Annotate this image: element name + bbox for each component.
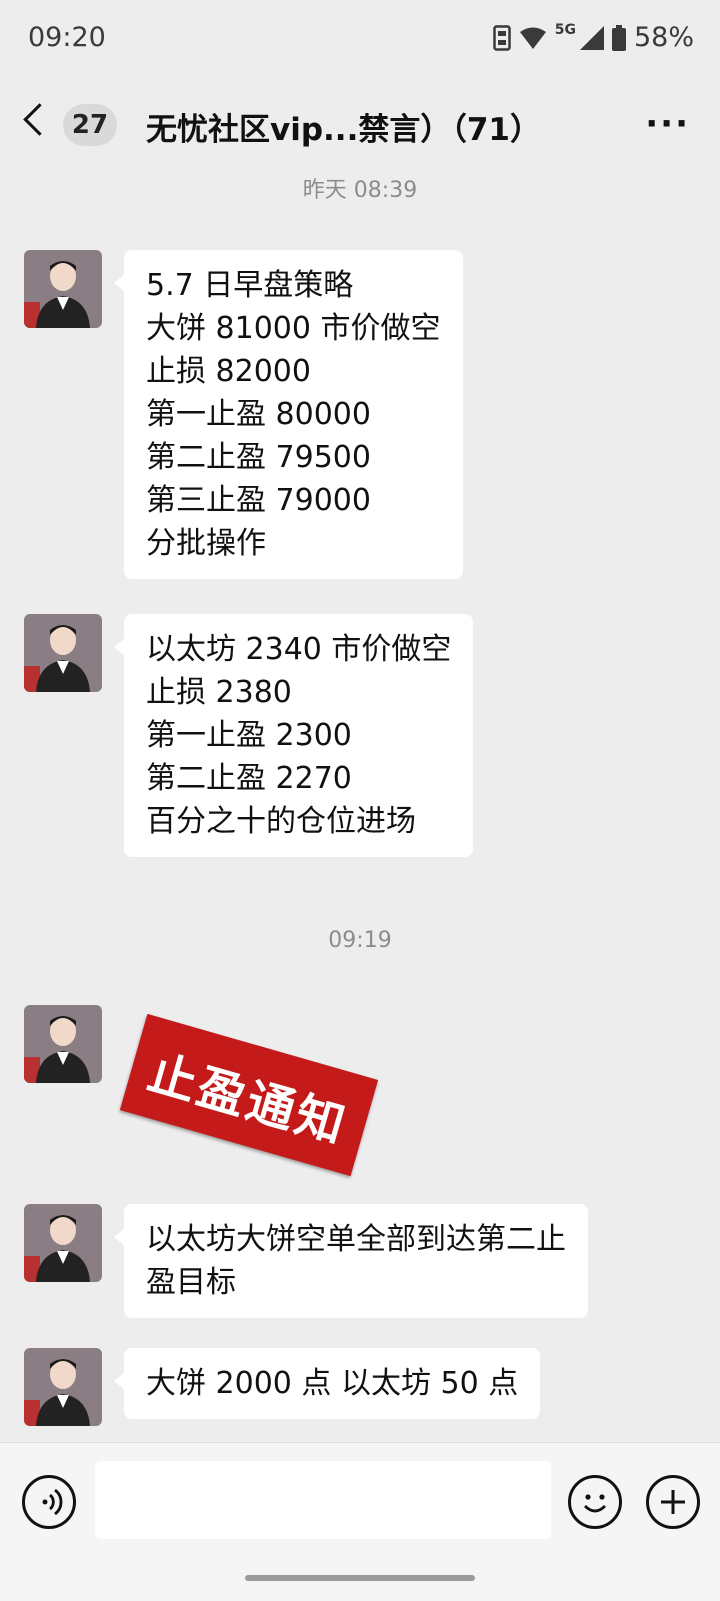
wifi-icon bbox=[519, 27, 546, 49]
message-line: 第三止盈 79000 bbox=[146, 483, 371, 518]
nfc-icon bbox=[493, 24, 511, 51]
sticker-message[interactable]: 止盈通知 bbox=[119, 1013, 379, 1177]
message-line: 以太坊 2340 市价做空 bbox=[146, 632, 452, 667]
message-bubble[interactable]: 5.7 日早盘策略 大饼 81000 市价做空 止损 82000 第一止盈 80… bbox=[114, 250, 463, 579]
status-time: 09:20 bbox=[28, 22, 106, 53]
battery-icon bbox=[611, 24, 626, 51]
chat-title[interactable]: 无忧社区vip...禁言）（71） bbox=[146, 104, 541, 149]
avatar[interactable] bbox=[24, 1204, 102, 1282]
plus-icon[interactable] bbox=[646, 1475, 700, 1529]
message-line: 止损 82000 bbox=[146, 354, 311, 389]
more-icon[interactable]: ··· bbox=[645, 104, 690, 144]
message-line: 第一止盈 2300 bbox=[146, 718, 352, 753]
avatar-image bbox=[24, 1005, 102, 1083]
avatar[interactable] bbox=[24, 1005, 102, 1083]
avatar-image bbox=[24, 1348, 102, 1426]
status-bar: 09:20 5G 58% bbox=[0, 0, 720, 80]
signal-icon bbox=[579, 25, 604, 50]
input-bar bbox=[0, 1442, 720, 1601]
avatar[interactable] bbox=[24, 614, 102, 692]
message-line: 盈目标 bbox=[146, 1265, 236, 1300]
timestamp: 昨天 08:39 bbox=[302, 178, 418, 203]
avatar[interactable] bbox=[24, 250, 102, 328]
unread-badge[interactable]: 27 bbox=[63, 104, 117, 146]
message-line: 分批操作 bbox=[146, 526, 266, 561]
chat-header: 27 无忧社区vip...禁言）（71） ··· bbox=[0, 80, 720, 170]
emoji-icon[interactable] bbox=[568, 1475, 622, 1529]
avatar[interactable] bbox=[24, 1348, 102, 1426]
message-input[interactable] bbox=[95, 1461, 551, 1539]
voice-icon[interactable] bbox=[22, 1475, 76, 1529]
message-line: 第二止盈 79500 bbox=[146, 440, 371, 475]
message-line: 第二止盈 2270 bbox=[146, 761, 352, 796]
message-bubble[interactable]: 大饼 2000 点 以太坊 50 点 bbox=[113, 1348, 541, 1419]
message-line: 以太坊大饼空单全部到达第二止 bbox=[146, 1222, 566, 1257]
status-icons: 5G 58% bbox=[493, 22, 694, 53]
battery-level: 58% bbox=[633, 22, 694, 53]
avatar-image bbox=[24, 1204, 102, 1282]
message-line: 大饼 81000 市价做空 bbox=[146, 311, 441, 346]
sticker-text: 止盈通知 bbox=[141, 1044, 354, 1155]
home-indicator[interactable] bbox=[245, 1575, 475, 1581]
message-line: 大饼 2000 点 以太坊 50 点 bbox=[146, 1366, 519, 1401]
message-line: 5.7 日早盘策略 bbox=[146, 268, 354, 303]
avatar-image bbox=[24, 614, 102, 692]
message-line: 第一止盈 80000 bbox=[146, 397, 371, 432]
avatar-image bbox=[24, 250, 102, 328]
message-bubble[interactable]: 以太坊大饼空单全部到达第二止 盈目标 bbox=[114, 1204, 588, 1318]
message-line: 止损 2380 bbox=[146, 675, 292, 710]
message-line: 百分之十的仓位进场 bbox=[146, 804, 416, 839]
network-type: 5G bbox=[554, 22, 576, 38]
message-bubble[interactable]: 以太坊 2340 市价做空 止损 2380 第一止盈 2300 第二止盈 227… bbox=[113, 614, 474, 857]
timestamp: 09:19 bbox=[328, 928, 392, 953]
chevron-left-icon[interactable] bbox=[23, 103, 56, 136]
